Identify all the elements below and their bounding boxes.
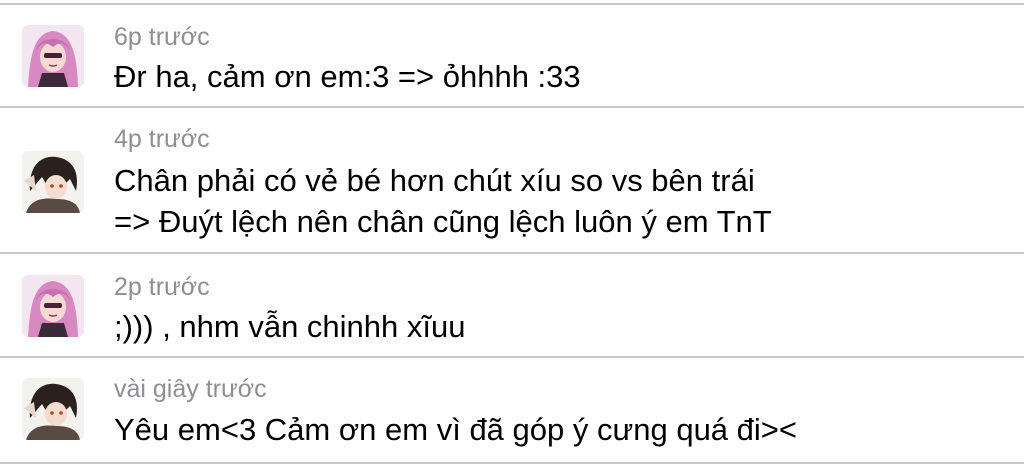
comment-timestamp: 2p trước [114, 273, 210, 301]
separator [0, 462, 1024, 464]
comment-text-line-1: Chân phải có vẻ bé hơn chút xíu so vs bê… [114, 163, 755, 198]
comment-item[interactable]: vài giây trước Yêu em<3 Cảm ơn em vì đã … [0, 358, 1024, 462]
comment-list: 6p trước Đr ha, cảm ơn em:3 => ỏhhhh :33… [0, 0, 1024, 476]
dark-hair-avatar-icon[interactable] [22, 151, 84, 213]
comment-text-line-2: => Đuýt lệch nên chân cũng lệch luôn ý e… [114, 204, 772, 239]
dark-hair-avatar-icon[interactable] [22, 378, 84, 440]
comment-timestamp: 6p trước [114, 23, 210, 51]
pink-hair-avatar-icon[interactable] [22, 275, 84, 337]
comment-item[interactable]: 4p trước Chân phải có vẻ bé hơn chút xíu… [0, 108, 1024, 252]
comment-text: ;))) , nhm vẫn chinhh xĩuu [114, 309, 466, 344]
pink-hair-avatar-icon[interactable] [22, 25, 84, 87]
comment-text: Đr ha, cảm ơn em:3 => ỏhhhh :33 [114, 59, 581, 94]
comment-timestamp: vài giây trước [114, 375, 267, 403]
comment-item[interactable]: 2p trước ;))) , nhm vẫn chinhh xĩuu [0, 254, 1024, 356]
comment-item[interactable]: 6p trước Đr ha, cảm ơn em:3 => ỏhhhh :33 [0, 5, 1024, 106]
comment-text: Yêu em<3 Cảm ơn em vì đã góp ý cưng quá … [114, 412, 797, 447]
comment-timestamp: 4p trước [114, 125, 210, 153]
